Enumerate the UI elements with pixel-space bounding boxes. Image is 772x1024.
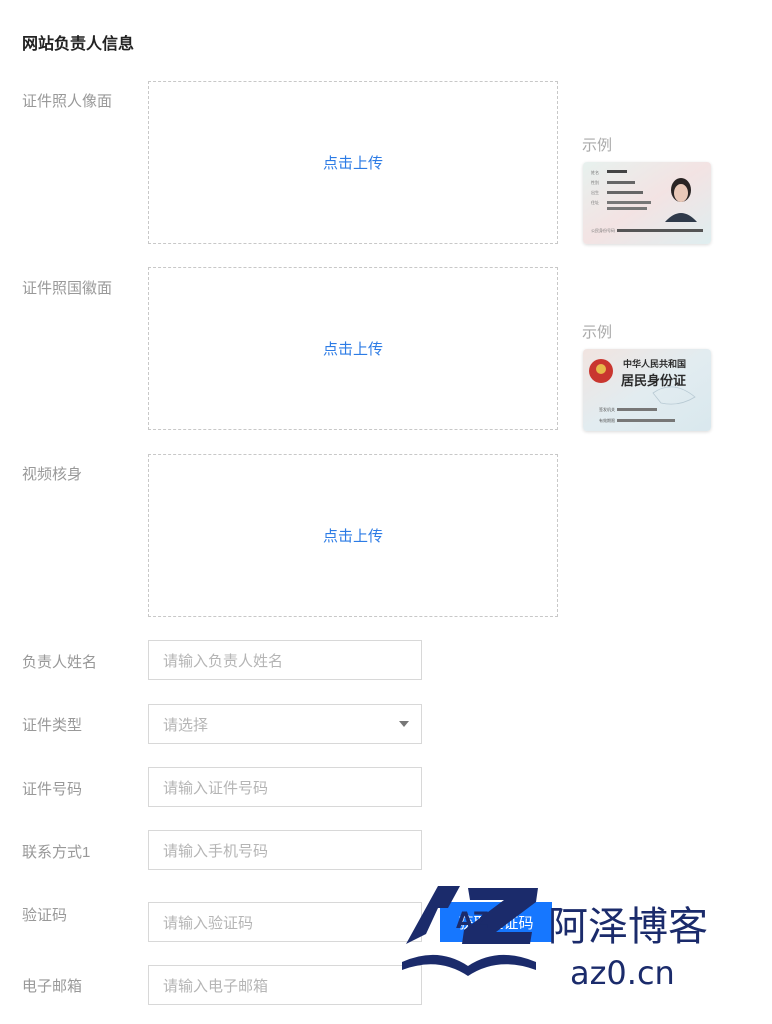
upload-area-video[interactable]: 点击上传	[148, 454, 558, 617]
email-placeholder: 请输入电子邮箱	[163, 977, 269, 995]
id-front-sex-label: 性别	[591, 179, 599, 185]
upload-button-label: 点击上传	[322, 528, 383, 545]
field-label-contact: 联系方式1	[22, 844, 91, 861]
id-back-country: 中华人民共和国	[623, 358, 686, 370]
upload-button-label: 点击上传	[322, 341, 383, 358]
id-type-select[interactable]: 请选择	[148, 704, 422, 744]
email-input[interactable]: 请输入电子邮箱	[148, 965, 422, 1005]
id-number-placeholder: 请输入证件号码	[163, 779, 269, 797]
code-input[interactable]: 请输入验证码	[148, 902, 422, 942]
id-back-authority-label: 签发机关	[599, 406, 615, 412]
field-label-code: 验证码	[22, 907, 68, 924]
id-card-front-example: 姓名 性别 出生 住址 公民身份号码	[583, 162, 711, 244]
upload-area-portrait[interactable]: 点击上传	[148, 81, 558, 244]
id-back-title: 居民身份证	[621, 373, 686, 389]
get-code-button[interactable]: 获取验证码	[440, 902, 552, 942]
section-title: 网站负责人信息	[22, 36, 135, 53]
field-label-email: 电子邮箱	[22, 978, 83, 995]
id-front-number-label: 公民身份号码	[591, 227, 615, 233]
id-number-input[interactable]: 请输入证件号码	[148, 767, 422, 807]
upload-label-video: 视频核身	[22, 466, 83, 483]
example-label-emblem: 示例	[582, 324, 613, 341]
id-front-name-label: 姓名	[591, 169, 599, 175]
id-card-back-example: 中华人民共和国 居民身份证 签发机关 有效期限	[583, 349, 711, 431]
contact-input[interactable]: 请输入手机号码	[148, 830, 422, 870]
name-input[interactable]: 请输入负责人姓名	[148, 640, 422, 680]
id-back-validity-label: 有效期限	[599, 417, 615, 423]
example-label-portrait: 示例	[582, 137, 613, 154]
chevron-down-icon	[399, 721, 409, 727]
code-placeholder: 请输入验证码	[163, 914, 254, 932]
field-label-id-number: 证件号码	[22, 781, 83, 798]
name-placeholder: 请输入负责人姓名	[163, 652, 284, 670]
id-front-birth-label: 出生	[591, 189, 599, 195]
id-type-placeholder: 请选择	[163, 716, 209, 734]
field-label-id-type: 证件类型	[22, 717, 83, 734]
upload-label-emblem: 证件照国徽面	[22, 280, 113, 297]
upload-area-emblem[interactable]: 点击上传	[148, 267, 558, 430]
contact-placeholder: 请输入手机号码	[163, 842, 269, 860]
watermark-brand: 阿泽博客	[548, 904, 708, 950]
upload-label-portrait: 证件照人像面	[22, 93, 113, 110]
upload-button-label: 点击上传	[322, 155, 383, 172]
watermark-domain: az0.cn	[570, 954, 675, 992]
id-front-address-label: 住址	[591, 199, 599, 205]
field-label-name: 负责人姓名	[22, 654, 98, 671]
